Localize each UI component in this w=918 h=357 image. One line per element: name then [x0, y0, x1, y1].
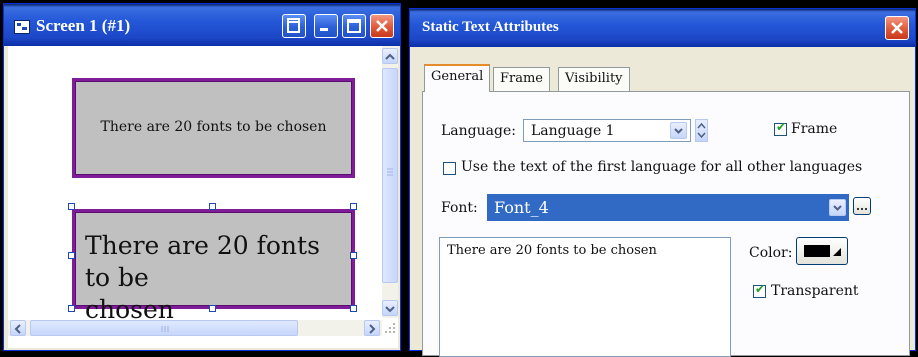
ellipsis-icon: [857, 208, 867, 210]
static-text-content: There are 20 fonts to be chosen: [85, 230, 352, 326]
close-icon: [891, 22, 903, 34]
minimize-button[interactable]: [314, 14, 338, 38]
language-select-value: Language 1: [531, 123, 615, 139]
text-content-value: There are 20 fonts to be chosen: [447, 243, 657, 258]
screen-window: Screen 1 (#1) There are 20 fonts to be c…: [3, 3, 401, 351]
tab-visibility[interactable]: Visibility: [558, 67, 630, 91]
dialog-title: Static Text Attributes: [422, 19, 559, 35]
resize-handle[interactable]: [68, 305, 75, 312]
screen-window-icon: [14, 20, 30, 34]
maximize-icon: [347, 19, 361, 33]
transparent-checkbox[interactable]: ✔: [753, 282, 766, 298]
static-text-line: There are 20 fonts to be: [85, 231, 320, 292]
use-first-language-label: Use the text of the first language for a…: [461, 159, 863, 175]
chevron-right-icon: [369, 324, 376, 334]
chevron-left-icon: [14, 324, 21, 334]
color-swatch: [804, 245, 830, 257]
use-first-language-checkbox[interactable]: [443, 162, 456, 175]
font-label: Font:: [441, 200, 478, 216]
vertical-scrollbar[interactable]: [382, 46, 398, 318]
close-button[interactable]: [370, 14, 394, 38]
static-text-object[interactable]: There are 20 fonts to be chosen: [72, 78, 355, 178]
dialog-titlebar[interactable]: Static Text Attributes: [410, 9, 915, 47]
dialog-body: General Frame Visibility Language: Langu…: [410, 47, 915, 357]
resize-handle[interactable]: [68, 203, 75, 210]
scroll-down-button[interactable]: [382, 300, 398, 316]
screen-window-titlebar[interactable]: Screen 1 (#1): [4, 4, 400, 46]
checkmark-icon: ✔: [776, 120, 787, 134]
scroll-up-button[interactable]: [382, 48, 398, 64]
minimize-icon: [320, 28, 328, 31]
language-dropdown-button[interactable]: [670, 122, 687, 139]
grip-icon: [387, 168, 393, 176]
vertical-scroll-thumb[interactable]: [382, 68, 398, 283]
scroll-right-button[interactable]: [364, 320, 380, 336]
screen-canvas[interactable]: There are 20 fonts to be chosen There ar…: [8, 46, 398, 348]
dialog-close-button[interactable]: [885, 16, 909, 40]
restore-button[interactable]: [282, 14, 306, 38]
language-select[interactable]: Language 1: [523, 119, 691, 142]
font-dropdown-button[interactable]: [829, 199, 846, 216]
font-browse-button[interactable]: [853, 197, 871, 215]
transparent-checkbox-label: Transparent: [771, 283, 859, 299]
screen-window-title: Screen 1 (#1): [36, 16, 131, 35]
static-text-content: There are 20 fonts to be chosen: [100, 119, 327, 135]
general-tab-panel: Language: Language 1 ✔ Frame Use the tex…: [422, 91, 910, 357]
chevron-down-icon: [385, 306, 395, 313]
text-content-textarea[interactable]: There are 20 fonts to be chosen: [439, 237, 731, 357]
resize-handle[interactable]: [350, 305, 357, 312]
restore-icon: [287, 18, 300, 33]
chevron-up-icon: [385, 53, 395, 60]
static-text-object-selected[interactable]: There are 20 fonts to be chosen: [72, 209, 355, 324]
chevron-down-icon: [833, 205, 842, 211]
tab-frame[interactable]: Frame: [493, 67, 551, 91]
scroll-left-button[interactable]: [10, 320, 26, 336]
resize-handle[interactable]: [350, 203, 357, 210]
grip-icon: [161, 326, 169, 332]
color-label: Color:: [749, 245, 793, 261]
resize-handle[interactable]: [350, 252, 357, 259]
close-icon: [376, 20, 388, 32]
chevron-down-icon: [674, 128, 683, 134]
spinner-arrows-icon: [697, 122, 706, 139]
tab-general[interactable]: General: [424, 64, 491, 92]
size-grip-icon[interactable]: [382, 320, 398, 336]
checkmark-icon: ✔: [755, 282, 766, 296]
maximize-button[interactable]: [342, 14, 366, 38]
horizontal-scrollbar[interactable]: [8, 320, 382, 336]
font-select-value: Font_4: [494, 198, 549, 217]
frame-checkbox-label: Frame: [791, 121, 838, 137]
triangle-down-icon: [833, 248, 841, 256]
horizontal-scroll-thumb[interactable]: [30, 320, 298, 336]
resize-handle[interactable]: [209, 305, 216, 312]
frame-checkbox[interactable]: ✔: [774, 120, 787, 136]
language-label: Language:: [441, 123, 516, 139]
resize-handle[interactable]: [209, 203, 216, 210]
resize-handle[interactable]: [68, 252, 75, 259]
language-spinner[interactable]: [695, 119, 708, 142]
static-text-attributes-dialog: Static Text Attributes General Frame Vis…: [409, 8, 916, 357]
color-picker-button[interactable]: [796, 237, 848, 265]
font-select[interactable]: Font_4: [487, 194, 849, 221]
